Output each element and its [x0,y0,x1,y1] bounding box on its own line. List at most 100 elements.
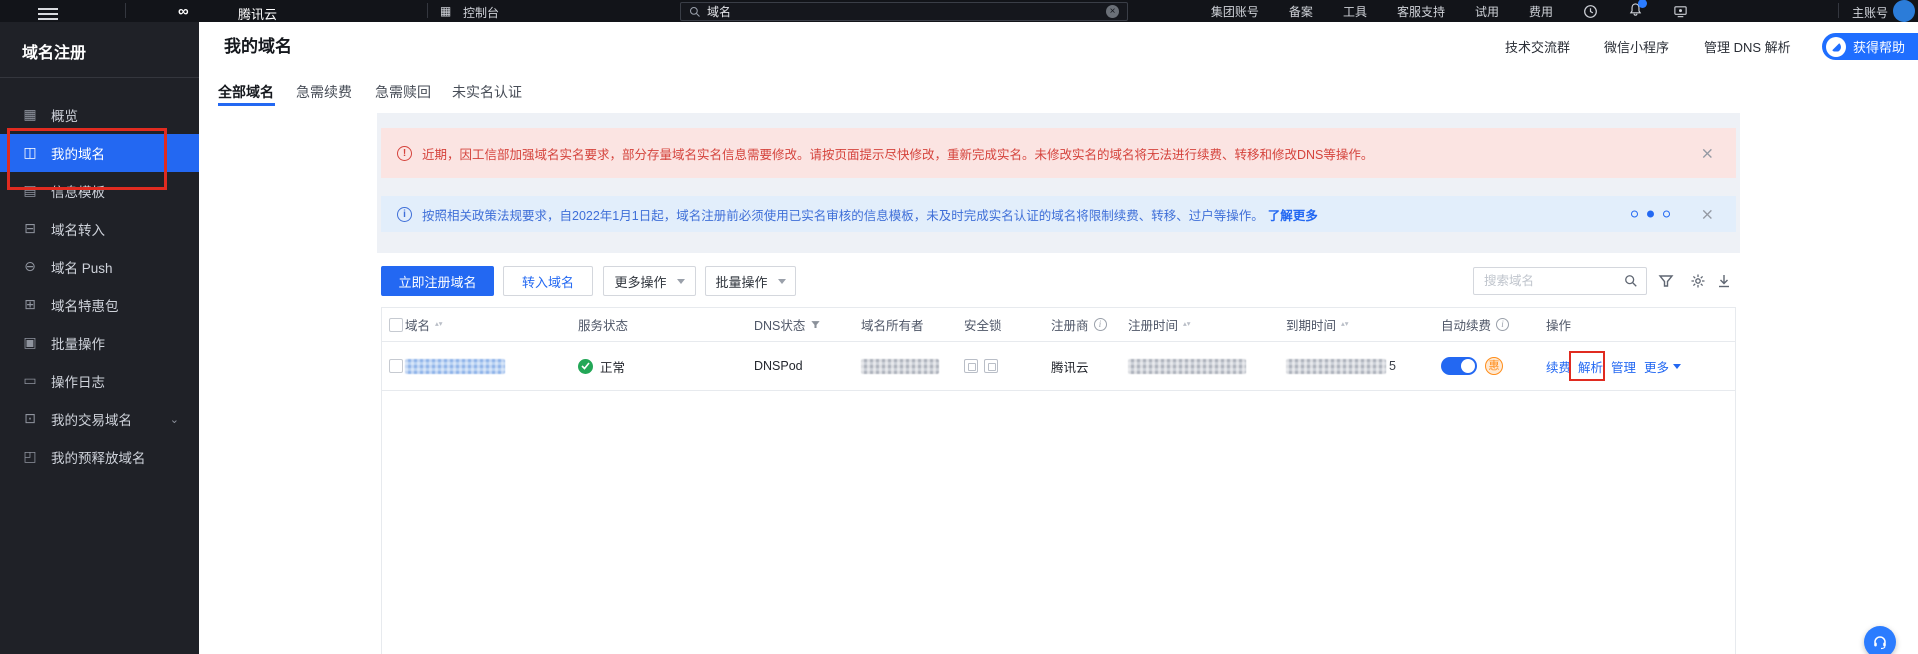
download-icon[interactable] [1716,273,1732,289]
auto-renew-toggle[interactable] [1441,357,1477,375]
clear-search-icon[interactable]: × [1106,5,1119,18]
nav-support[interactable]: 客服支持 [1397,3,1445,20]
settings-gear-icon[interactable] [1690,273,1706,289]
caret-down-icon [1673,364,1681,369]
filter-funnel-icon[interactable] [1658,273,1674,289]
sort-icon[interactable]: ▴▾ [1341,322,1349,327]
row-checkbox[interactable] [389,359,403,373]
select-all-checkbox[interactable] [389,318,403,332]
expiry-time-redacted [1286,359,1386,374]
registrar-value: 腾讯云 [1051,342,1089,390]
sidebar-item-my-prerelease-domains[interactable]: ◰我的预释放域名 [0,438,199,476]
tab-all-domains[interactable]: 全部域名 [218,82,274,102]
col-expiry-time[interactable]: 到期时间▴▾ [1286,308,1349,341]
link-manage-dns[interactable]: 管理 DNS 解析 [1704,37,1791,56]
carousel-dots[interactable] [1631,211,1670,218]
tab-renewal-urgent[interactable]: 急需续费 [296,82,352,102]
search-icon[interactable] [1624,274,1638,288]
customer-service-float-button[interactable] [1864,626,1896,654]
action-more[interactable]: 更多 [1644,342,1681,390]
sidebar-item-info-templates[interactable]: ▤信息模板 [0,172,199,210]
overview-grid-icon: ▦ [22,107,38,123]
link-wechat-miniprogram[interactable]: 微信小程序 [1604,37,1669,56]
compass-help-icon [1826,37,1846,57]
sidebar-item-batch-operations[interactable]: ▣批量操作 [0,324,199,362]
action-resolve[interactable]: 解析 [1578,342,1603,390]
get-help-button[interactable]: 获得帮助 [1822,33,1918,60]
sidebar-item-domain-push[interactable]: ⊖域名 Push [0,248,199,286]
transfer-in-button[interactable]: 转入域名 [503,266,593,296]
sidebar-item-domain-deals[interactable]: ⊞域名特惠包 [0,286,199,324]
console-link[interactable]: 控制台 [463,4,499,21]
close-icon[interactable]: × [1701,205,1714,224]
info-icon[interactable]: i [1496,318,1509,331]
col-actions: 操作 [1546,308,1571,341]
nav-trial[interactable]: 试用 [1475,3,1499,20]
my-domains-icon: ◫ [22,145,38,161]
filter-funnel-icon[interactable] [810,319,821,330]
brand-name[interactable]: 腾讯云 [238,4,277,23]
info-icon[interactable]: i [1094,318,1107,331]
col-domain[interactable]: 域名▴▾ [405,308,443,341]
chevron-down-icon: ⌄ [170,413,179,426]
learn-more-link[interactable]: 了解更多 [1268,205,1318,224]
topbar-nav: 集团账号 备案 工具 客服支持 试用 费用 [1211,0,1688,22]
sidebar: 域名注册 ▦概览 ◫我的域名 ▤信息模板 ⊟域名转入 ⊖域名 Push ⊞域名特… [0,22,199,654]
alert-error-text: 近期，因工信部加强域名实名要求，部分存量域名实名信息需要修改。请按页面提示尽快修… [422,144,1373,163]
sidebar-item-overview[interactable]: ▦概览 [0,96,199,134]
status-text: 正常 [600,357,625,376]
recent-history-icon[interactable] [1583,4,1598,19]
nav-tools[interactable]: 工具 [1343,3,1367,20]
table-row: 正常 DNSPod 腾讯云 5 惠 续费 解析 管理 更多 [382,342,1735,391]
topbar-search[interactable]: × [680,2,1128,21]
coupon-badge-icon[interactable]: 惠 [1485,357,1503,375]
sidebar-item-operation-logs[interactable]: ▭操作日志 [0,362,199,400]
nav-billing[interactable]: 费用 [1529,3,1553,20]
col-owner: 域名所有者 [861,308,924,341]
hamburger-menu-icon[interactable] [38,5,58,23]
notification-bell[interactable] [1628,2,1643,20]
table-header: 域名▴▾ 服务状态 DNS状态 域名所有者 安全锁 注册商i 注册时间▴▾ 到期… [382,308,1735,342]
batch-actions-button[interactable]: 批量操作 [705,266,796,296]
notification-badge [1638,0,1647,8]
warning-icon: ! [397,146,412,161]
more-actions-button[interactable]: 更多操作 [603,266,696,296]
topbar-search-input[interactable] [701,5,1106,19]
nav-group-account[interactable]: 集团账号 [1211,3,1259,20]
action-renew[interactable]: 续费 [1546,342,1571,390]
register-domain-button[interactable]: 立即注册域名 [381,266,494,296]
tab-redeem-urgent[interactable]: 急需赎回 [375,82,431,102]
active-tab-underline [218,103,275,106]
link-tech-group[interactable]: 技术交流群 [1505,37,1570,56]
domain-search-input[interactable] [1482,273,1624,289]
status-ok-icon [578,359,593,374]
sidebar-item-my-trading-domains[interactable]: ⊡我的交易域名⌄ [0,400,199,438]
sort-icon[interactable]: ▴▾ [435,322,443,327]
col-dns-status[interactable]: DNS状态 [754,308,821,341]
caret-down-icon [677,279,685,284]
search-icon [689,6,701,18]
account-type-label[interactable]: 主账号 [1852,4,1888,21]
sidebar-item-my-domains[interactable]: ◫我的域名 [0,134,199,172]
domains-table: 域名▴▾ 服务状态 DNS状态 域名所有者 安全锁 注册商i 注册时间▴▾ 到期… [381,307,1736,654]
dns-value: DNSPod [754,342,803,390]
tencent-cloud-logo-icon: ∞ [178,3,189,20]
action-manage[interactable]: 管理 [1611,342,1636,390]
caret-down-icon [778,279,786,284]
close-icon[interactable]: × [1701,144,1714,163]
domain-redacted[interactable] [405,359,505,374]
template-file-icon: ▤ [22,183,38,199]
tencent-cloud-console: ∞ 腾讯云 ▦ 控制台 × 集团账号 备案 工具 客服支持 试用 费用 主账号 [0,0,1918,654]
nav-icp[interactable]: 备案 [1289,3,1313,20]
sidebar-item-domain-transfer-in[interactable]: ⊟域名转入 [0,210,199,248]
tab-not-verified[interactable]: 未实名认证 [452,82,522,102]
prerelease-icon: ◰ [22,449,38,465]
col-registration-time[interactable]: 注册时间▴▾ [1128,308,1191,341]
sort-icon[interactable]: ▴▾ [1183,322,1191,327]
transfer-lock-icon[interactable] [964,359,978,373]
avatar[interactable] [1893,0,1915,22]
owner-redacted [861,359,939,374]
console-settings-icon[interactable] [1673,4,1688,19]
update-lock-icon[interactable] [984,359,998,373]
domain-search-box[interactable] [1473,267,1647,295]
